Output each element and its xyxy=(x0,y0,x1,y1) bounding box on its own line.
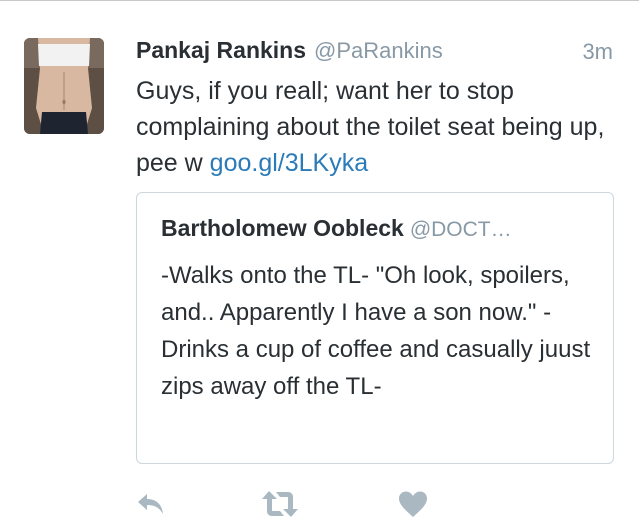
quoted-tweet-card[interactable]: Bartholomew Oobleck @DOCT… -Walks onto th… xyxy=(136,192,614,464)
tweet-text: Guys, if you reall; want her to stop com… xyxy=(136,73,616,181)
quote-author-handle: @DOCT… xyxy=(409,218,512,241)
author-avatar[interactable] xyxy=(24,38,104,134)
like-button[interactable] xyxy=(398,486,428,522)
quote-text: -Walks onto the TL- "Oh look, spoilers, … xyxy=(161,262,591,400)
retweet-button[interactable] xyxy=(260,486,300,522)
quote-author-name: Bartholomew Oobleck xyxy=(161,215,404,241)
tweet-link[interactable]: goo.gl/3LKyka xyxy=(210,149,368,177)
heart-icon xyxy=(399,491,427,517)
retweet-icon xyxy=(262,491,298,517)
reply-button[interactable] xyxy=(136,486,166,522)
avatar-photo xyxy=(24,38,104,134)
tweet-body: Guys, if you reall; want her to stop com… xyxy=(136,77,605,177)
author-handle[interactable]: @PaRankins xyxy=(314,38,443,63)
quote-header: Bartholomew Oobleck @DOCT… xyxy=(161,215,512,242)
tweet-timestamp[interactable]: 3m xyxy=(582,39,613,65)
reply-icon xyxy=(138,494,163,514)
author-name[interactable]: Pankaj Rankins xyxy=(136,37,306,63)
top-divider xyxy=(0,0,639,1)
tweet-header: Pankaj Rankins @PaRankins 3m xyxy=(136,37,615,71)
